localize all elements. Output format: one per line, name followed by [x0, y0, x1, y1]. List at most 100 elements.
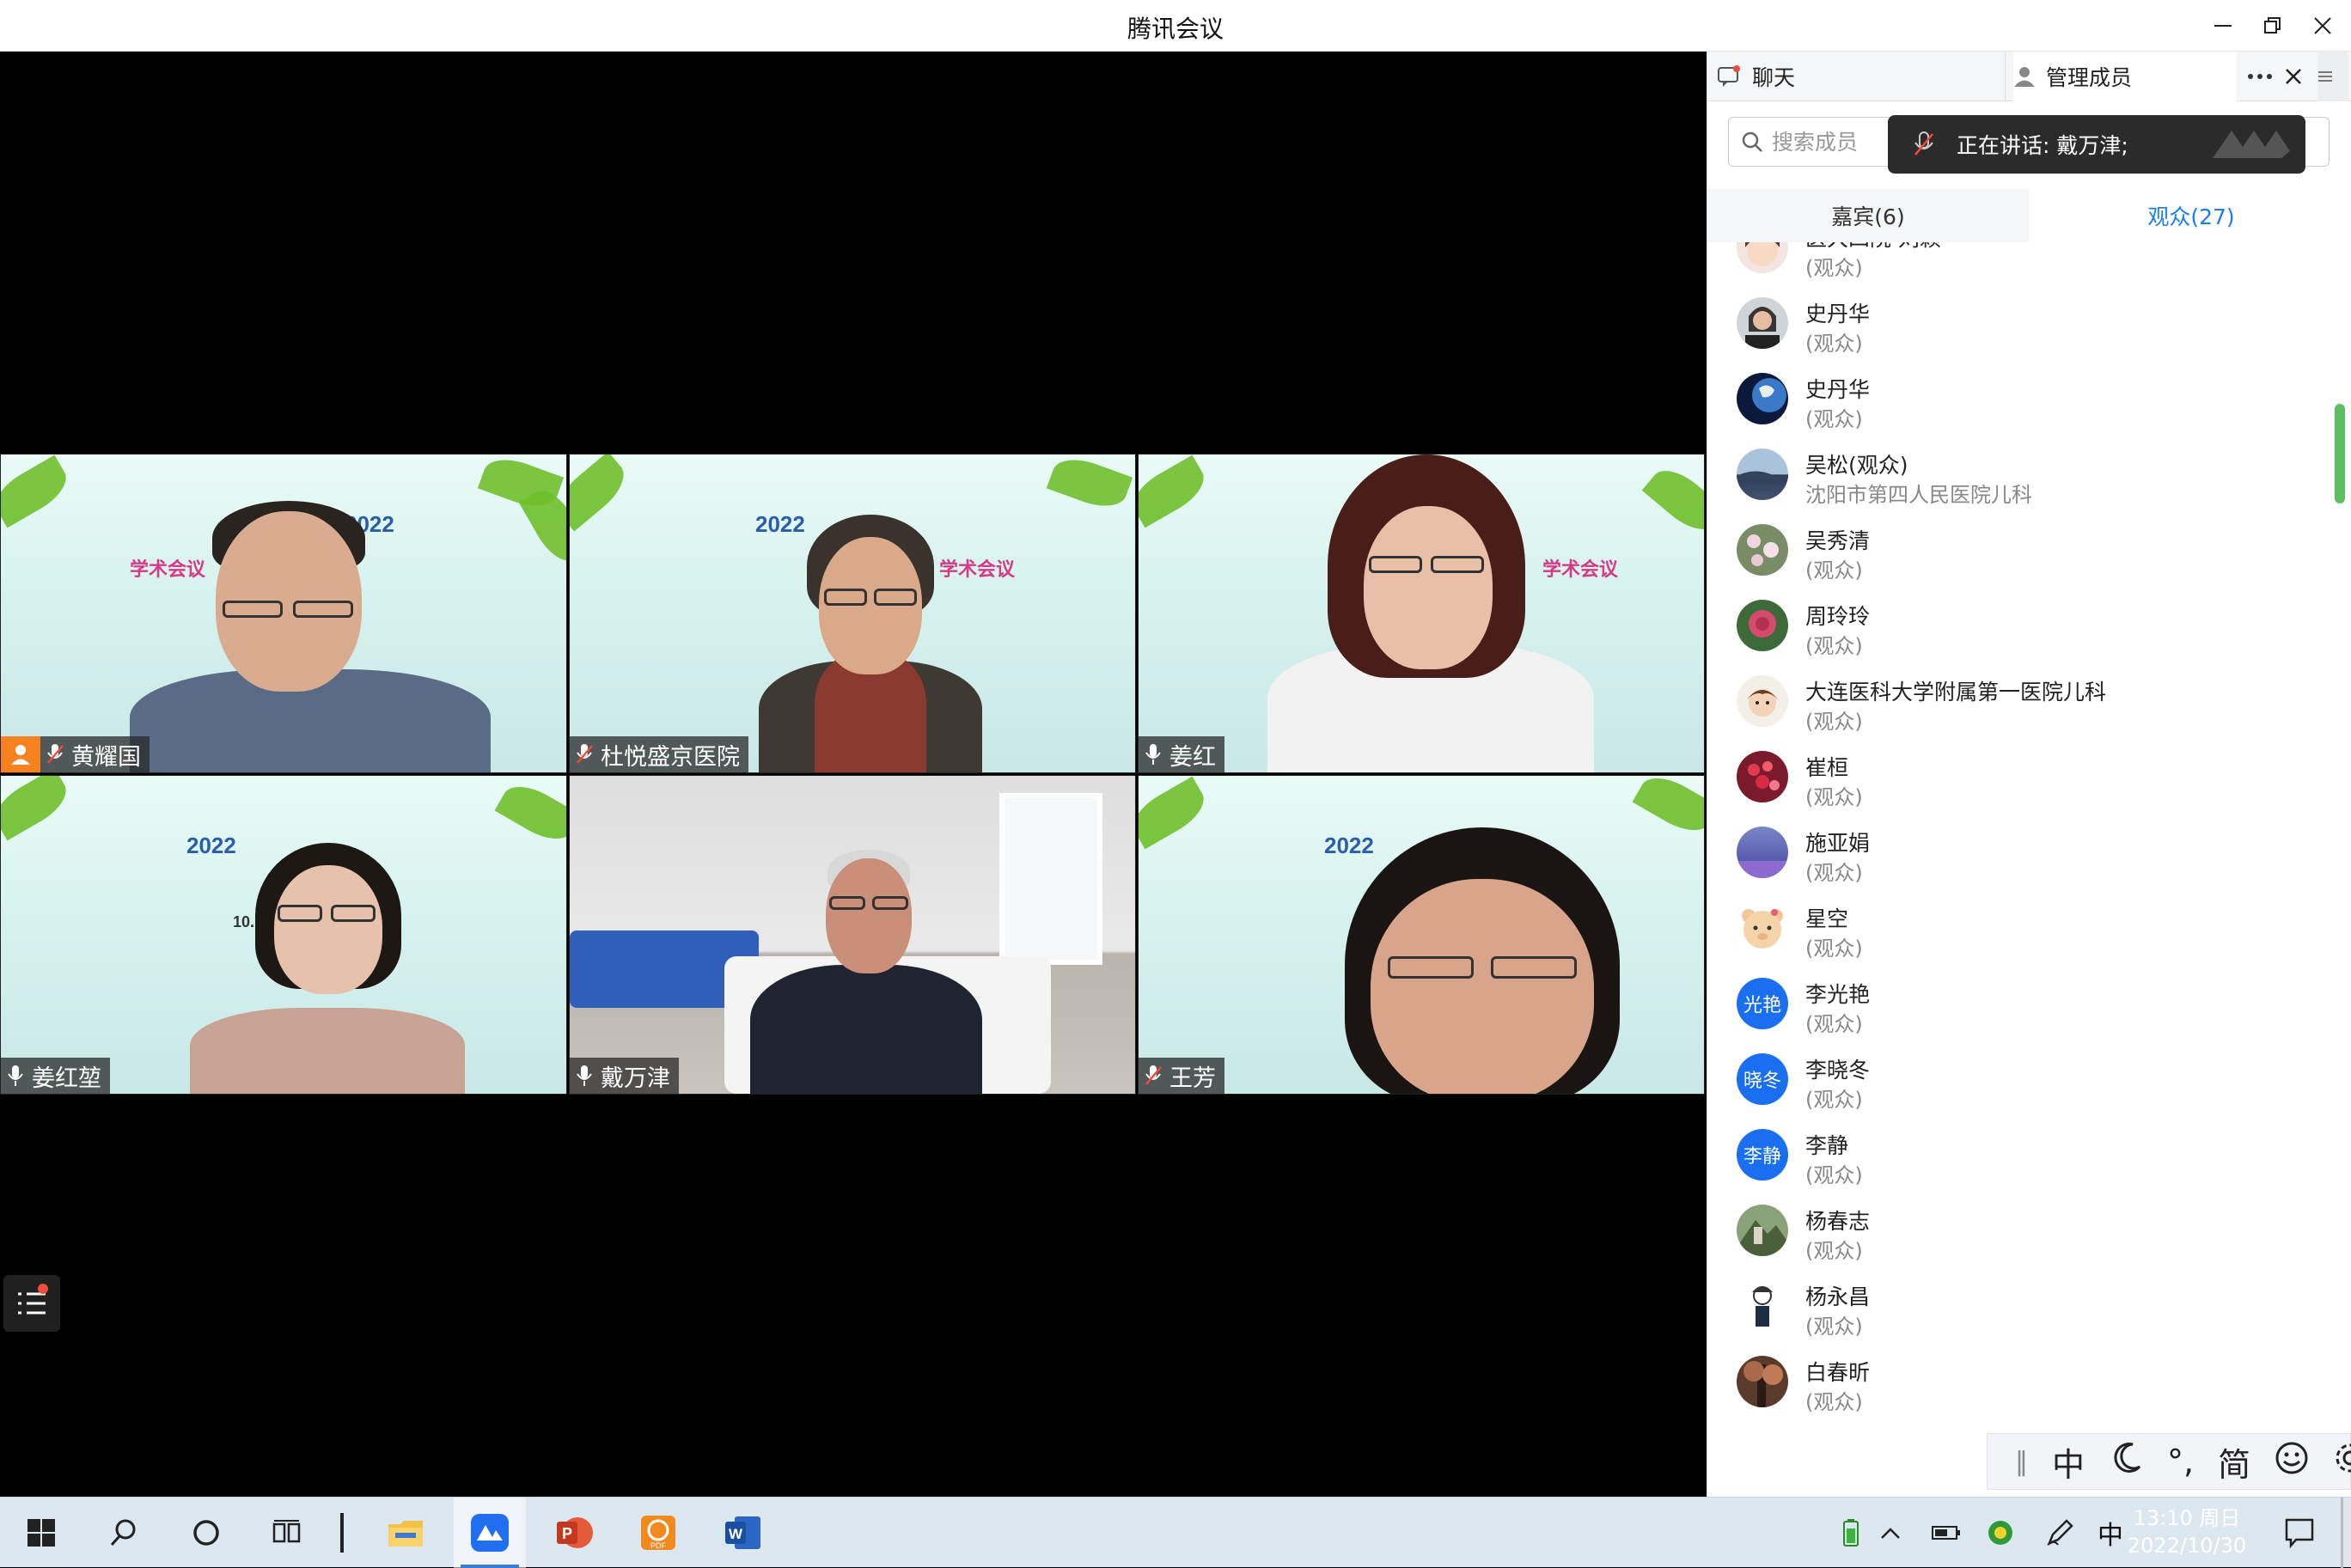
flowers-icon: [1747, 534, 1779, 566]
list-item[interactable]: 晓冬 李晓冬 (观众): [1707, 1041, 2342, 1117]
avatar: 光艳: [1737, 978, 1788, 1029]
pdf-reader-button[interactable]: PDF: [622, 1498, 694, 1568]
file-explorer-button[interactable]: [369, 1498, 442, 1568]
list-item[interactable]: 吴松(观众) 沈阳市第四人民医院儿科: [1707, 436, 2342, 512]
windows-icon: [27, 1519, 55, 1547]
close-button[interactable]: [2303, 7, 2342, 45]
ime-halfwidth-button[interactable]: [2109, 1441, 2143, 1483]
list-item[interactable]: 崔桓 (观众): [1707, 739, 2342, 815]
ime-drag-handle[interactable]: ‖: [2015, 1447, 2028, 1477]
task-view-button[interactable]: [251, 1498, 323, 1568]
clock[interactable]: 13:10 周日 2022/10/30: [2122, 1504, 2251, 1559]
pdf-icon: PDF: [641, 1516, 675, 1550]
tab-guests[interactable]: 嘉宾(6): [1707, 189, 2029, 242]
taskbar: P PDF W 中 13:10 周日 2022/10/30: [0, 1497, 2351, 1568]
show-desktop-button[interactable]: [2341, 1498, 2343, 1568]
list-item[interactable]: 光艳 李光艳 (观众): [1707, 966, 2342, 1041]
ime-emoji-button[interactable]: [2275, 1441, 2309, 1483]
search-button[interactable]: [88, 1498, 160, 1568]
tencent-meeting-button[interactable]: [454, 1498, 526, 1568]
svg-text:P: P: [562, 1525, 572, 1542]
task-view-icon: [272, 1520, 301, 1543]
avatar: [1737, 242, 1788, 273]
video-tile-6[interactable]: 2022 王芳: [1138, 775, 1705, 1095]
participant-name: 戴万津: [601, 1065, 670, 1092]
list-item[interactable]: 医大四院 刘颖 (观众): [1707, 242, 2342, 285]
folder-icon: [388, 1521, 423, 1547]
list-item[interactable]: 杨春志 (观众): [1707, 1193, 2342, 1268]
svg-text:W: W: [729, 1526, 743, 1542]
role-tabs: 嘉宾(6) 观众(27): [1707, 189, 2351, 242]
tencent-meeting-icon: [471, 1514, 509, 1552]
participant-nameplate: 姜红: [1139, 736, 1224, 772]
notification-dot: [38, 1284, 48, 1294]
start-button[interactable]: [5, 1498, 77, 1568]
video-grid: 2022 学术会议 黄耀国 2022 学术会议 杜悦盛京医院 学术会议 姜红 2…: [0, 52, 1707, 1497]
list-item[interactable]: 吴秀清 (观众): [1707, 512, 2342, 588]
clock-time: 13:10 周日: [2133, 1506, 2241, 1530]
host-icon: [11, 745, 30, 765]
more-options-button[interactable]: [2247, 52, 2281, 101]
avatar: [1737, 1280, 1788, 1332]
tray-pen[interactable]: [2040, 1498, 2079, 1568]
list-item[interactable]: 李静 李静 (观众): [1707, 1117, 2342, 1193]
mic-muted-icon: [1145, 1065, 1162, 1085]
tray-battery[interactable]: [1927, 1498, 1966, 1568]
battery-icon: [1932, 1526, 1960, 1540]
restore-button[interactable]: [2253, 7, 2293, 45]
list-item[interactable]: 星空 (观众): [1707, 890, 2342, 966]
participant-name: 姜红: [1169, 743, 1216, 771]
person-icon: [2014, 67, 2035, 87]
list-item[interactable]: 史丹华 (观众): [1707, 361, 2342, 436]
word-button[interactable]: W: [706, 1498, 779, 1568]
lake-icon: [1737, 471, 1788, 479]
panel-menu-button[interactable]: [2317, 52, 2348, 101]
action-center-button[interactable]: [2275, 1498, 2324, 1568]
ime-toolbar: ‖ 中 °, 简: [1987, 1433, 2351, 1490]
pen-icon: [2047, 1519, 2073, 1546]
mic-icon: [1145, 744, 1161, 765]
cartoon-girl-icon: [1745, 242, 1780, 266]
powerpoint-button[interactable]: P: [538, 1498, 610, 1568]
list-item[interactable]: 史丹华 (观众): [1707, 285, 2342, 361]
ime-mode-button[interactable]: 中: [2052, 1438, 2085, 1486]
member-list[interactable]: 医大四院 刘颖 (观众) 史丹华 (观众) 史丹华 (观众) 吴松(观众) 沈阳…: [1707, 242, 2342, 1416]
emoji-icon: [2275, 1442, 2308, 1473]
video-tile-3[interactable]: 学术会议 姜红: [1138, 454, 1705, 773]
list-item[interactable]: 杨永昌 (观众): [1707, 1268, 2342, 1344]
tab-members[interactable]: 管理成员: [2013, 52, 2237, 101]
mic-muted-icon: [577, 744, 593, 764]
list-item[interactable]: 大连医科大学附属第一医院儿科 (观众): [1707, 663, 2342, 739]
tray-app-icon[interactable]: [1982, 1498, 2019, 1568]
members-panel: 聊天 管理成员 正在讲话: 戴万津; 嘉宾(6) 观众(27) 医大四院 刘: [1707, 52, 2351, 1497]
close-panel-button[interactable]: [2285, 52, 2311, 101]
avatar: [1737, 751, 1788, 802]
video-tile-5[interactable]: 戴万津: [569, 775, 1136, 1095]
photo-woman-icon: [1745, 307, 1780, 349]
taskbar-separator: [340, 1513, 344, 1553]
video-tile-2[interactable]: 2022 学术会议 杜悦盛京医院: [569, 454, 1136, 773]
tray-battery-app[interactable]: [1834, 1498, 1868, 1568]
speaking-text: 正在讲话: 戴万津;: [1957, 133, 2128, 158]
avatar: [1737, 827, 1788, 878]
video-tile-4[interactable]: 2022 学术会议 10. 30 姜红堃: [0, 775, 567, 1095]
cortana-button[interactable]: [170, 1498, 242, 1568]
toolbar-menu-button[interactable]: [3, 1275, 60, 1332]
moon-icon: [2114, 1442, 2141, 1473]
ime-punct-button[interactable]: °,: [2167, 1443, 2194, 1480]
tray-show-hidden-button[interactable]: [1873, 1498, 1908, 1568]
video-tile-1[interactable]: 2022 学术会议 黄耀国: [0, 454, 567, 773]
member-list-scrollbar[interactable]: [2335, 404, 2345, 503]
more-icon: [2248, 74, 2272, 79]
hamburger-icon: [2318, 71, 2332, 82]
minimize-icon: [2214, 25, 2232, 27]
list-item[interactable]: 白春昕 (观众): [1707, 1344, 2342, 1416]
list-item[interactable]: 施亚娟 (观众): [1707, 815, 2342, 890]
list-item[interactable]: 周玲玲 (观众): [1707, 588, 2342, 663]
participant-name: 姜红堃: [32, 1065, 101, 1092]
tab-audience[interactable]: 观众(27): [2030, 189, 2351, 242]
tab-chat[interactable]: 聊天: [1718, 52, 1993, 101]
ime-settings-button[interactable]: [2333, 1441, 2351, 1483]
ime-charset-button[interactable]: 简: [2218, 1438, 2250, 1486]
minimize-button[interactable]: [2203, 7, 2243, 45]
